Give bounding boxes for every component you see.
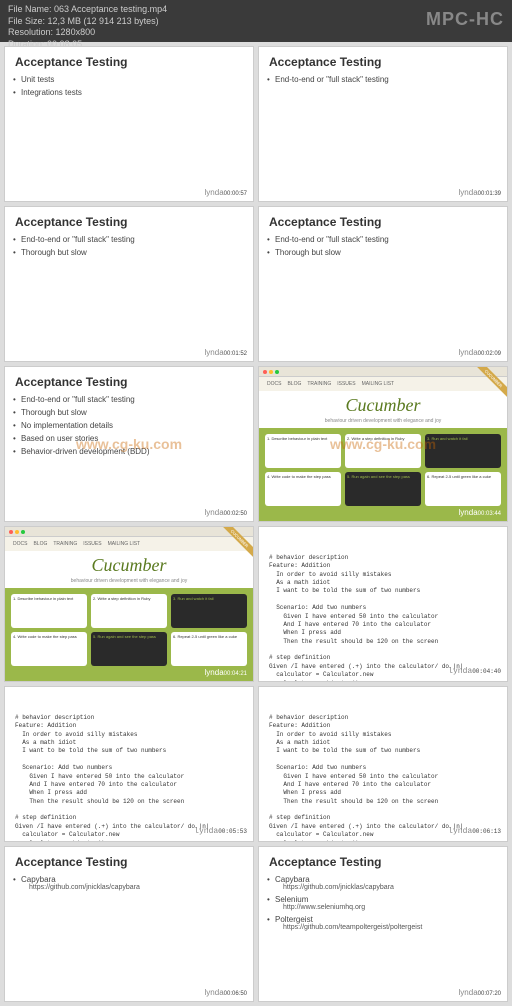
slide-list: End-to-end or "full stack" testing Thoro… bbox=[5, 393, 253, 458]
thumbnail-12[interactable]: Acceptance Testing Capybarahttps://githu… bbox=[258, 846, 508, 1002]
thumbnail-11[interactable]: Acceptance Testing Capybarahttps://githu… bbox=[4, 846, 254, 1002]
slide-title: Acceptance Testing bbox=[259, 847, 507, 873]
thumbnail-10[interactable]: # behavior description Feature: Addition… bbox=[258, 686, 508, 842]
media-info-header: File Name: 063 Acceptance testing.mp4 Fi… bbox=[0, 0, 512, 42]
thumbnail-6[interactable]: DOCSBLOGTRAININGISSUESMAILING LIST Cucum… bbox=[258, 366, 508, 522]
brand-logo: lynda00:04:40 bbox=[448, 666, 501, 677]
brand-logo: lynda00:02:50 bbox=[205, 508, 247, 517]
slide-list: Capybarahttps://github.com/jnicklas/capy… bbox=[5, 873, 253, 893]
cucumber-steps: 1. Describe behaviour in plain text 2. W… bbox=[259, 428, 507, 512]
thumbnail-8[interactable]: # behavior description Feature: Addition… bbox=[258, 526, 508, 682]
cucumber-logo: Cucumber bbox=[259, 391, 507, 418]
cucumber-logo: Cucumber bbox=[5, 551, 253, 578]
slide-title: Acceptance Testing bbox=[5, 367, 253, 393]
brand-logo: lynda00:05:53 bbox=[194, 826, 247, 837]
thumbnail-grid: Acceptance Testing Unit tests Integratio… bbox=[0, 42, 512, 1006]
browser-chrome bbox=[259, 367, 507, 377]
thumbnail-2[interactable]: Acceptance Testing End-to-end or "full s… bbox=[258, 46, 508, 202]
brand-logo: lynda00:06:50 bbox=[205, 988, 247, 997]
cucumber-steps: 1. Describe behaviour in plain text 2. W… bbox=[5, 588, 253, 672]
site-nav: DOCSBLOGTRAININGISSUESMAILING LIST bbox=[5, 537, 253, 551]
slide-title: Acceptance Testing bbox=[259, 207, 507, 233]
slide-list: End-to-end or "full stack" testing bbox=[259, 73, 507, 86]
thumbnail-9[interactable]: # behavior description Feature: Addition… bbox=[4, 686, 254, 842]
brand-logo: lynda00:02:09 bbox=[459, 348, 501, 357]
slide-title: Acceptance Testing bbox=[259, 47, 507, 73]
brand-logo: lynda00:01:39 bbox=[459, 188, 501, 197]
brand-logo: lynda00:00:57 bbox=[205, 188, 247, 197]
thumbnail-5[interactable]: Acceptance Testing End-to-end or "full s… bbox=[4, 366, 254, 522]
thumbnail-1[interactable]: Acceptance Testing Unit tests Integratio… bbox=[4, 46, 254, 202]
thumbnail-3[interactable]: Acceptance Testing End-to-end or "full s… bbox=[4, 206, 254, 362]
cucumber-tagline: behaviour driven development with elegan… bbox=[259, 418, 507, 428]
code-block: # behavior description Feature: Addition… bbox=[269, 554, 497, 682]
code-block: # behavior description Feature: Addition… bbox=[269, 714, 497, 842]
brand-logo: lynda00:06:13 bbox=[448, 826, 501, 837]
thumbnail-4[interactable]: Acceptance Testing End-to-end or "full s… bbox=[258, 206, 508, 362]
brand-logo: lynda00:03:44 bbox=[459, 508, 501, 517]
code-block: # behavior description Feature: Addition… bbox=[15, 714, 243, 842]
site-nav: DOCSBLOGTRAININGISSUESMAILING LIST bbox=[259, 377, 507, 391]
slide-list: Unit tests Integrations tests bbox=[5, 73, 253, 99]
slide-title: Acceptance Testing bbox=[5, 47, 253, 73]
brand-logo: lynda00:07:20 bbox=[459, 988, 501, 997]
thumbnail-7[interactable]: DOCSBLOGTRAININGISSUESMAILING LIST Cucum… bbox=[4, 526, 254, 682]
file-info: File Name: 063 Acceptance testing.mp4 Fi… bbox=[8, 4, 167, 51]
slide-title: Acceptance Testing bbox=[5, 847, 253, 873]
brand-logo: lynda00:01:52 bbox=[205, 348, 247, 357]
slide-title: Acceptance Testing bbox=[5, 207, 253, 233]
browser-chrome bbox=[5, 527, 253, 537]
slide-list: End-to-end or "full stack" testing Thoro… bbox=[259, 233, 507, 259]
slide-list: Capybarahttps://github.com/jnicklas/capy… bbox=[259, 873, 507, 933]
slide-list: End-to-end or "full stack" testing Thoro… bbox=[5, 233, 253, 259]
app-logo: MPC-HC bbox=[426, 4, 504, 31]
cucumber-tagline: behaviour driven development with elegan… bbox=[5, 578, 253, 588]
brand-logo: lynda00:04:21 bbox=[205, 668, 247, 677]
